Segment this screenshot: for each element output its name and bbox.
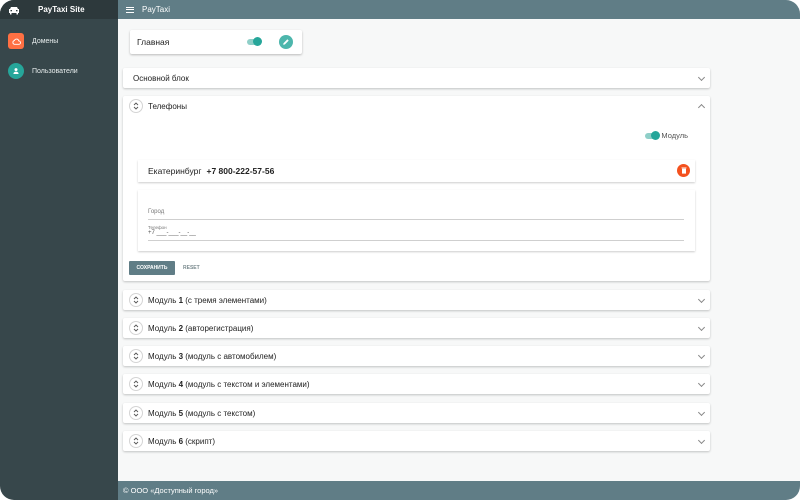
module-prefix: Модуль <box>148 408 179 418</box>
panel-header[interactable]: Телефоны <box>123 96 710 116</box>
chevron-down-icon[interactable] <box>697 73 706 82</box>
panel-module-3[interactable]: Модуль 3 (модуль с автомобилем) <box>123 346 710 366</box>
panel-title: Телефоны <box>148 101 187 111</box>
panel-header[interactable]: Модуль 2 (авторегистрация) <box>123 318 710 338</box>
chevron-up-icon[interactable] <box>697 103 706 112</box>
panel-header[interactable]: Основной блок <box>123 68 710 88</box>
module-toggle-label: Модуль <box>661 131 688 140</box>
panel-title: Модуль 6 (скрипт) <box>148 437 215 446</box>
city-field[interactable]: Город <box>148 204 684 220</box>
panel-title: Модуль 2 (авторегистрация) <box>148 324 253 333</box>
reorder-icon[interactable] <box>129 406 143 420</box>
reorder-icon[interactable] <box>129 377 143 391</box>
panel-title: Модуль 5 (модуль с текстом) <box>148 409 255 418</box>
panel-main-block[interactable]: Основной блок <box>123 68 710 88</box>
module-description: (модуль с текстом) <box>183 408 256 418</box>
reorder-icon[interactable] <box>129 321 143 335</box>
main-page-card: Главная <box>130 30 302 54</box>
reset-button[interactable]: RESET <box>183 261 200 275</box>
module-description: (модуль с автомобилем) <box>183 351 277 361</box>
chevron-down-icon[interactable] <box>697 295 706 304</box>
module-description: (скрипт) <box>183 436 215 446</box>
panel-title: Модуль 4 (модуль с текстом и элементами) <box>148 380 310 389</box>
topbar: PayTaxi <box>118 0 800 19</box>
save-button[interactable]: СОХРАНИТЬ <box>129 261 175 275</box>
panel-module-5[interactable]: Модуль 5 (модуль с текстом) <box>123 403 710 423</box>
sidebar-item-domains[interactable]: Домены <box>0 29 118 53</box>
app-window: PayTaxi Site Домены Пользователи PayTaxi… <box>0 0 800 500</box>
panel-module-6[interactable]: Модуль 6 (скрипт) <box>123 431 710 451</box>
panel-title: Модуль 1 (с тремя элементами) <box>148 296 267 305</box>
cloud-icon <box>8 33 24 49</box>
taxi-car-icon <box>8 6 20 14</box>
chevron-down-icon[interactable] <box>697 323 706 332</box>
menu-icon[interactable] <box>126 6 134 13</box>
panel-module-1[interactable]: Модуль 1 (с тремя элементами) <box>123 290 710 310</box>
phone-number: +7 800-222-57-56 <box>206 166 275 176</box>
panel-title: Основной блок <box>133 73 189 83</box>
panel-module-2[interactable]: Модуль 2 (авторегистрация) <box>123 318 710 338</box>
brand[interactable]: PayTaxi Site <box>0 0 118 19</box>
module-prefix: Модуль <box>148 323 179 333</box>
module-description: (модуль с текстом и элементами) <box>183 379 310 389</box>
chevron-down-icon[interactable] <box>697 379 706 388</box>
city-field-label: Город <box>148 209 165 215</box>
chevron-down-icon[interactable] <box>697 408 706 417</box>
phone-field[interactable]: Телефон +7 ___-___-__-__ <box>148 225 684 241</box>
phone-entry: Екатеринбург +7 800-222-57-56 <box>138 160 695 182</box>
phone-city: Екатеринбург <box>148 166 202 176</box>
sidebar-item-label: Пользователи <box>32 67 78 75</box>
pencil-icon <box>283 39 289 45</box>
delete-button[interactable] <box>677 164 690 177</box>
module-prefix: Модуль <box>148 351 179 361</box>
module-toggle[interactable] <box>645 131 660 140</box>
reorder-icon[interactable] <box>129 293 143 307</box>
footer-copyright: © ООО «Доступный город» <box>123 486 219 495</box>
edit-button[interactable] <box>279 35 293 49</box>
panel-header[interactable]: Модуль 5 (модуль с текстом) <box>123 403 710 423</box>
module-prefix: Модуль <box>148 379 179 389</box>
panel-header[interactable]: Модуль 3 (модуль с автомобилем) <box>123 346 710 366</box>
chevron-down-icon[interactable] <box>697 351 706 360</box>
chevron-down-icon[interactable] <box>697 436 706 445</box>
phone-field-value: +7 ___-___-__-__ <box>148 230 196 236</box>
module-prefix: Модуль <box>148 436 179 446</box>
panel-header[interactable]: Модуль 1 (с тремя элементами) <box>123 290 710 310</box>
panel-phones: Телефоны Модуль Екатеринбург +7 800-222-… <box>123 96 710 281</box>
page-title: PayTaxi <box>142 5 171 14</box>
module-description: (с тремя элементами) <box>183 295 267 305</box>
panel-header[interactable]: Модуль 4 (модуль с текстом и элементами) <box>123 374 710 394</box>
panel-module-4[interactable]: Модуль 4 (модуль с текстом и элементами) <box>123 374 710 394</box>
sidebar-item-label: Домены <box>32 37 59 45</box>
main-page-title: Главная <box>137 37 170 47</box>
brand-title: PayTaxi Site <box>38 5 85 14</box>
main-page-toggle[interactable] <box>247 37 262 46</box>
sidebar-item-users[interactable]: Пользователи <box>0 59 118 83</box>
module-prefix: Модуль <box>148 295 179 305</box>
user-icon <box>8 63 24 79</box>
footer: © ООО «Доступный город» <box>118 481 800 500</box>
trash-icon <box>681 167 686 174</box>
panel-title: Модуль 3 (модуль с автомобилем) <box>148 352 276 361</box>
reorder-icon[interactable] <box>129 434 143 448</box>
main-content: Главная Основной блок Телефоны Модуль Ек… <box>118 19 800 481</box>
panel-header[interactable]: Модуль 6 (скрипт) <box>123 431 710 451</box>
sidebar: PayTaxi Site Домены Пользователи <box>0 0 118 500</box>
reorder-icon[interactable] <box>129 349 143 363</box>
phone-form: Город Телефон +7 ___-___-__-__ <box>138 190 695 251</box>
module-description: (авторегистрация) <box>183 323 254 333</box>
reorder-icon[interactable] <box>129 99 143 113</box>
